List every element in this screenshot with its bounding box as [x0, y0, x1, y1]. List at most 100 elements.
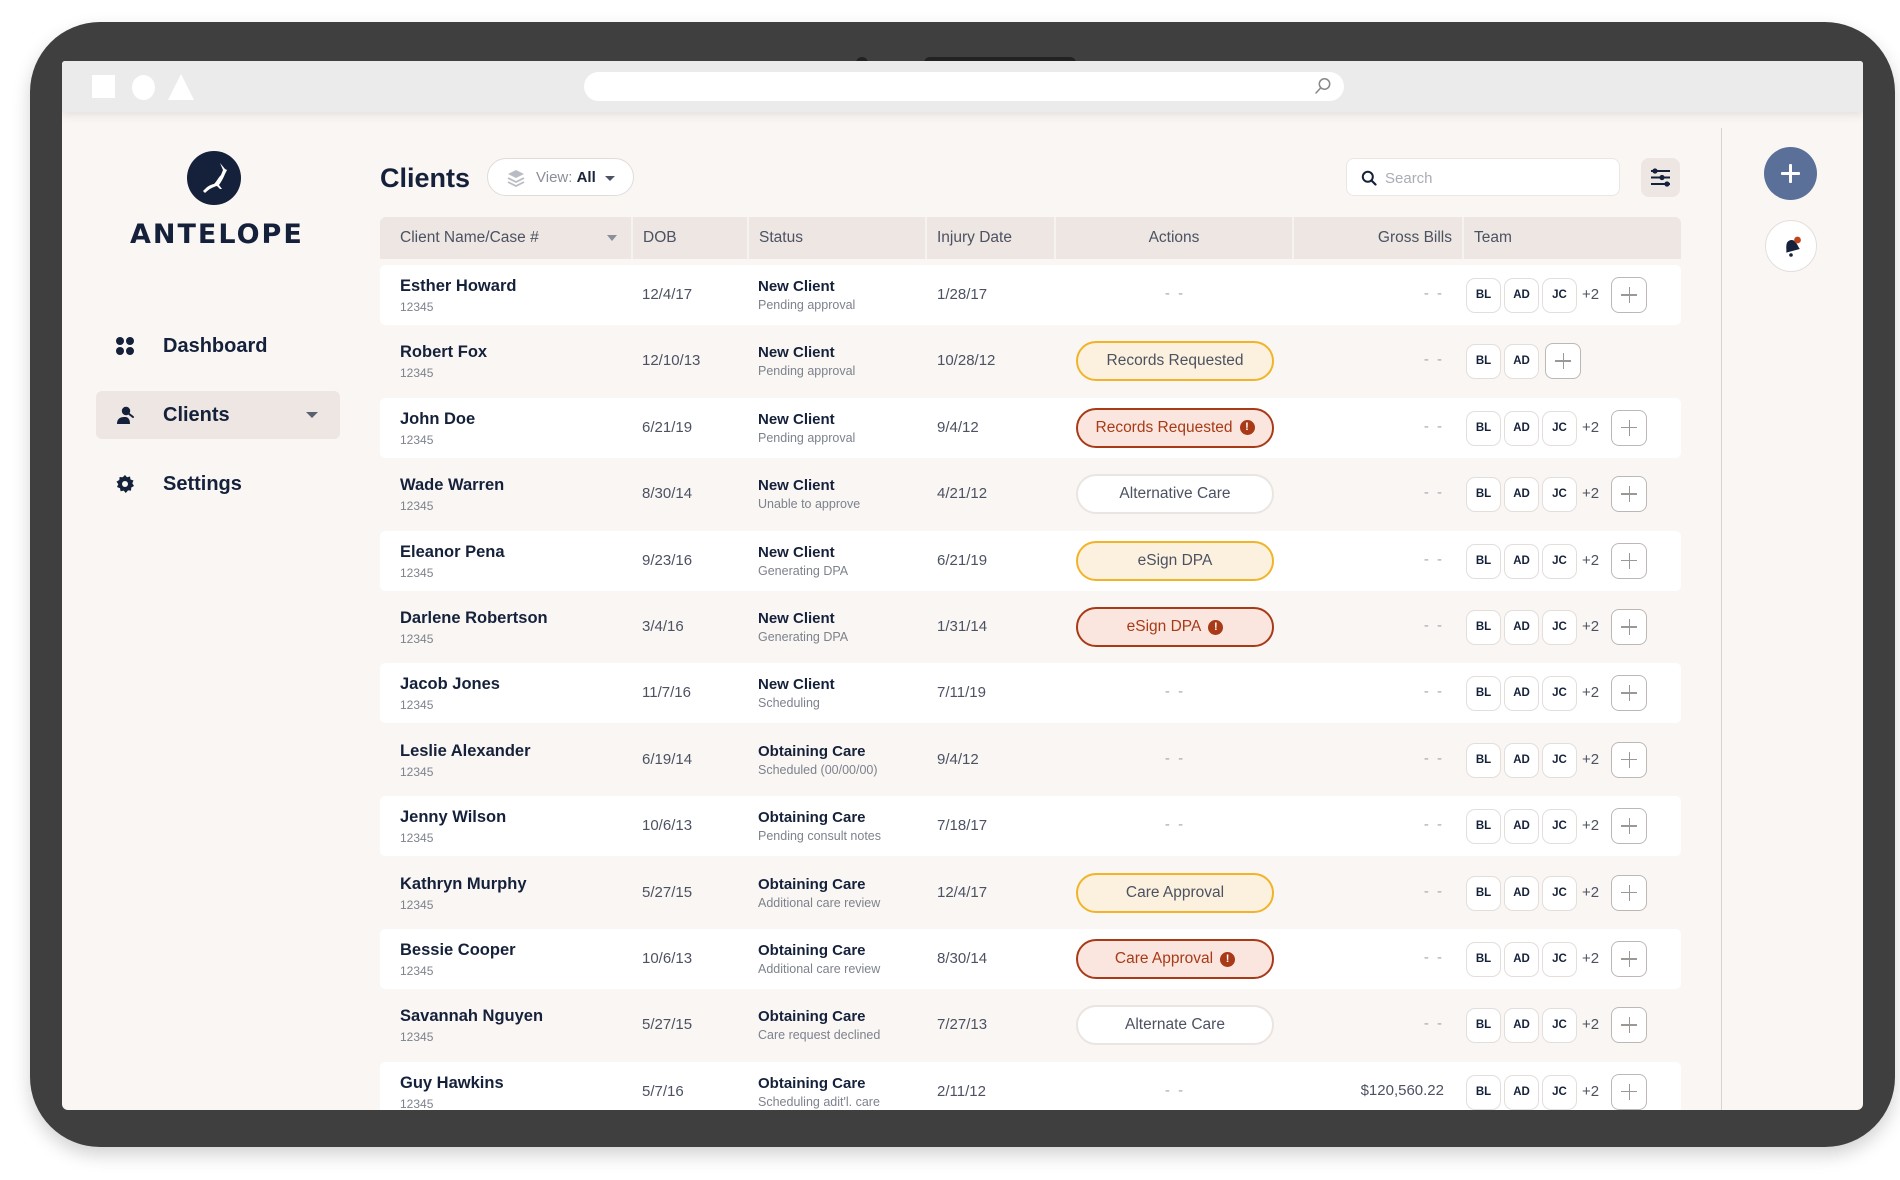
- client-name-cell[interactable]: Robert Fox 12345: [400, 331, 630, 391]
- client-name[interactable]: Bessie Cooper: [400, 941, 516, 960]
- action-button[interactable]: Records Requested: [1076, 341, 1274, 382]
- sort-caret-icon[interactable]: [607, 235, 617, 241]
- table-row[interactable]: Jenny Wilson 12345 10/6/13 Obtaining Care Pe…: [380, 796, 1681, 857]
- client-name-cell[interactable]: Bessie Cooper 12345: [400, 929, 630, 989]
- team-member-avatar[interactable]: AD: [1504, 942, 1539, 977]
- add-team-member-button[interactable]: [1611, 675, 1647, 712]
- client-name-cell[interactable]: Esther Howard 12345: [400, 265, 630, 325]
- team-member-avatar[interactable]: AD: [1504, 676, 1539, 712]
- client-name-cell[interactable]: Eleanor Pena 12345: [400, 531, 630, 591]
- client-name[interactable]: Wade Warren: [400, 476, 504, 495]
- address-bar[interactable]: [584, 72, 1344, 101]
- table-row[interactable]: Esther Howard 12345 12/4/17 New Client Pendi…: [380, 265, 1681, 325]
- notifications-button[interactable]: [1765, 220, 1817, 272]
- action-button[interactable]: Alternate Care: [1076, 1005, 1274, 1046]
- team-member-avatar[interactable]: BL: [1466, 875, 1501, 911]
- table-row[interactable]: Kathryn Murphy 12345 5/27/15 Obtaining Care…: [380, 862, 1681, 923]
- add-team-member-button[interactable]: [1611, 609, 1647, 645]
- search-field[interactable]: [1346, 158, 1620, 196]
- column-header-gross-bills[interactable]: Gross Bills: [1294, 217, 1464, 259]
- add-team-member-button[interactable]: [1545, 343, 1581, 380]
- add-team-member-button[interactable]: [1611, 542, 1647, 579]
- team-member-avatar[interactable]: AD: [1504, 543, 1539, 579]
- team-member-avatar[interactable]: JC: [1542, 742, 1577, 778]
- client-name-cell[interactable]: Darlene Robertson 12345: [400, 597, 630, 657]
- add-team-member-button[interactable]: [1611, 874, 1647, 911]
- table-row[interactable]: Savannah Nguyen 12345 5/27/15 Obtaining Car…: [380, 995, 1681, 1056]
- team-member-avatar[interactable]: JC: [1542, 809, 1577, 845]
- add-team-member-button[interactable]: [1611, 1007, 1647, 1044]
- team-member-avatar[interactable]: BL: [1466, 742, 1501, 778]
- client-name[interactable]: John Doe: [400, 410, 475, 429]
- client-name[interactable]: Jenny Wilson: [400, 808, 506, 827]
- client-name-cell[interactable]: Leslie Alexander 12345: [400, 730, 630, 790]
- column-header-status[interactable]: Status: [749, 217, 927, 259]
- team-member-avatar[interactable]: BL: [1466, 1074, 1501, 1110]
- team-member-avatar[interactable]: JC: [1542, 477, 1577, 513]
- team-member-avatar[interactable]: JC: [1542, 543, 1577, 579]
- client-name[interactable]: Kathryn Murphy: [400, 875, 527, 894]
- team-member-avatar[interactable]: BL: [1466, 809, 1501, 845]
- client-name-cell[interactable]: Wade Warren 12345: [400, 464, 630, 524]
- add-team-member-button[interactable]: [1611, 941, 1647, 977]
- client-name-cell[interactable]: John Doe 12345: [400, 398, 630, 458]
- team-member-avatar[interactable]: JC: [1542, 1008, 1577, 1044]
- column-header-injury-date[interactable]: Injury Date: [927, 217, 1056, 259]
- team-member-avatar[interactable]: BL: [1466, 676, 1501, 712]
- client-name[interactable]: Robert Fox: [400, 343, 487, 362]
- table-row[interactable]: Jacob Jones 12345 11/7/16 New Client Schedul…: [380, 663, 1681, 724]
- team-member-avatar[interactable]: BL: [1466, 477, 1501, 513]
- view-filter-dropdown[interactable]: View: All: [487, 158, 634, 196]
- team-more-count[interactable]: +2: [1582, 884, 1599, 901]
- team-member-avatar[interactable]: JC: [1542, 942, 1577, 977]
- team-more-count[interactable]: +2: [1582, 684, 1599, 701]
- team-member-avatar[interactable]: AD: [1504, 1008, 1539, 1044]
- action-button[interactable]: eSign DPA: [1076, 540, 1274, 581]
- add-team-member-button[interactable]: [1611, 741, 1647, 778]
- client-name[interactable]: Leslie Alexander: [400, 742, 531, 761]
- team-member-avatar[interactable]: JC: [1542, 676, 1577, 712]
- client-name[interactable]: Jacob Jones: [400, 675, 500, 694]
- team-member-avatar[interactable]: AD: [1504, 1074, 1539, 1110]
- client-name[interactable]: Guy Hawkins: [400, 1074, 504, 1093]
- add-team-member-button[interactable]: [1611, 476, 1647, 513]
- client-name[interactable]: Eleanor Pena: [400, 543, 505, 562]
- sidebar-item-settings[interactable]: Settings: [96, 460, 340, 508]
- column-header-dob[interactable]: DOB: [633, 217, 749, 259]
- team-more-count[interactable]: +2: [1582, 950, 1599, 967]
- team-member-avatar[interactable]: BL: [1466, 410, 1501, 446]
- team-member-avatar[interactable]: AD: [1504, 278, 1539, 313]
- table-row[interactable]: Eleanor Pena 12345 9/23/16 New Client Genera…: [380, 530, 1681, 591]
- team-more-count[interactable]: +2: [1582, 817, 1599, 834]
- column-header-client-name[interactable]: Client Name/Case #: [380, 217, 633, 259]
- team-more-count[interactable]: +2: [1582, 751, 1599, 768]
- team-more-count[interactable]: +2: [1582, 286, 1599, 303]
- add-client-button[interactable]: [1764, 147, 1817, 200]
- team-member-avatar[interactable]: JC: [1542, 875, 1577, 911]
- action-button[interactable]: Records Requested!: [1076, 407, 1274, 448]
- team-more-count[interactable]: +2: [1582, 1083, 1599, 1100]
- client-name-cell[interactable]: Savannah Nguyen 12345: [400, 995, 630, 1055]
- team-member-avatar[interactable]: AD: [1504, 809, 1539, 845]
- add-team-member-button[interactable]: [1611, 1073, 1647, 1110]
- table-row[interactable]: Leslie Alexander 12345 6/19/14 Obtaining Ca…: [380, 729, 1681, 790]
- team-more-count[interactable]: +2: [1582, 1016, 1599, 1033]
- column-header-team[interactable]: Team: [1464, 217, 1681, 259]
- table-row[interactable]: Robert Fox 12345 12/10/13 New Client Pending…: [380, 331, 1681, 392]
- client-name[interactable]: Savannah Nguyen: [400, 1007, 543, 1026]
- action-button[interactable]: Care Approval!: [1076, 939, 1274, 979]
- team-member-avatar[interactable]: JC: [1542, 410, 1577, 446]
- client-name-cell[interactable]: Jenny Wilson 12345: [400, 796, 630, 856]
- client-name-cell[interactable]: Guy Hawkins 12345: [400, 1062, 630, 1110]
- table-row[interactable]: Guy Hawkins 12345 5/7/16 Obtaining Care Sche…: [380, 1061, 1681, 1110]
- client-name[interactable]: Darlene Robertson: [400, 609, 548, 628]
- team-member-avatar[interactable]: BL: [1466, 942, 1501, 977]
- sidebar-item-dashboard[interactable]: Dashboard: [96, 322, 340, 370]
- add-team-member-button[interactable]: [1611, 808, 1647, 845]
- team-member-avatar[interactable]: AD: [1504, 742, 1539, 778]
- team-more-count[interactable]: +2: [1582, 552, 1599, 569]
- team-member-avatar[interactable]: BL: [1466, 1008, 1501, 1044]
- column-header-actions[interactable]: Actions: [1056, 217, 1294, 259]
- action-button[interactable]: eSign DPA!: [1076, 607, 1274, 647]
- client-name[interactable]: Esther Howard: [400, 277, 516, 296]
